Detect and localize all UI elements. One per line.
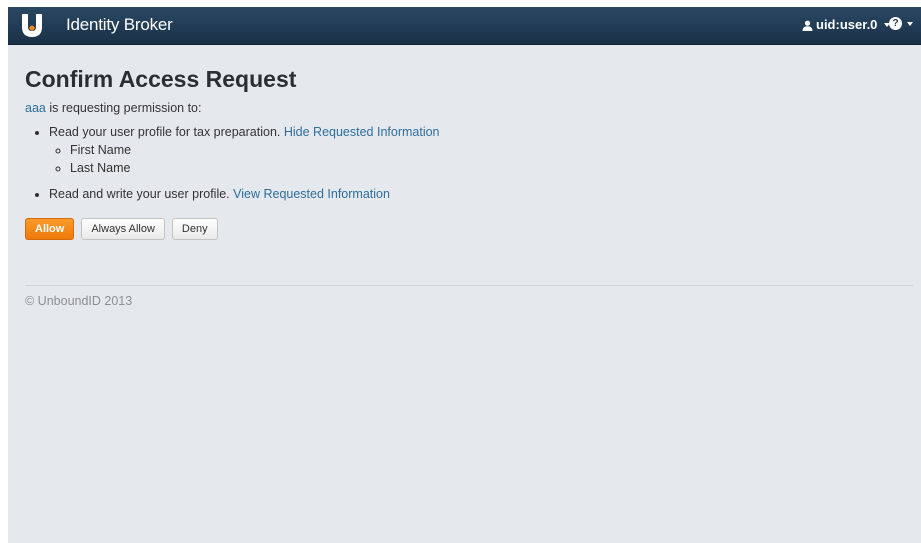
chevron-down-icon (907, 21, 913, 26)
deny-button[interactable]: Deny (171, 218, 218, 240)
intro-text: is requesting permission to: (45, 101, 202, 115)
help-menu[interactable]: ? (889, 17, 913, 30)
permission-list: Read your user profile for tax preparati… (25, 123, 921, 203)
unboundid-logo-icon[interactable] (20, 13, 44, 38)
app-frame: Identity Broker uid:user.0 ? Confirm Acc… (8, 7, 921, 543)
attribute-list: First Name Last Name (49, 141, 921, 177)
help-icon: ? (889, 17, 902, 30)
view-requested-info-link[interactable]: View Requested Information (233, 187, 390, 201)
attribute-item: Last Name (70, 159, 921, 177)
user-menu[interactable]: uid:user.0 (802, 17, 891, 33)
permission-text: Read your user profile for tax preparati… (49, 125, 284, 139)
allow-button[interactable]: Allow (25, 218, 75, 240)
user-icon (802, 20, 813, 31)
always-allow-button[interactable]: Always Allow (81, 218, 165, 240)
permission-item: Read and write your user profile. View R… (49, 185, 921, 203)
permission-item: Read your user profile for tax preparati… (49, 123, 921, 177)
brand-title[interactable]: Identity Broker (66, 14, 173, 36)
user-menu-label: uid:user.0 (816, 17, 878, 32)
action-buttons: Allow Always Allow Deny (25, 218, 218, 240)
permission-text: Read and write your user profile. (49, 187, 234, 201)
page-title: Confirm Access Request (25, 66, 297, 92)
hide-requested-info-link[interactable]: Hide Requested Information (284, 125, 440, 139)
footer-copyright: © UnboundID 2013 (25, 294, 133, 308)
attribute-item: First Name (70, 141, 921, 159)
client-link[interactable]: aaa (25, 101, 46, 115)
top-navbar: Identity Broker uid:user.0 ? (8, 7, 921, 45)
footer-divider (25, 285, 913, 286)
request-intro: aaa is requesting permission to: (25, 100, 202, 116)
